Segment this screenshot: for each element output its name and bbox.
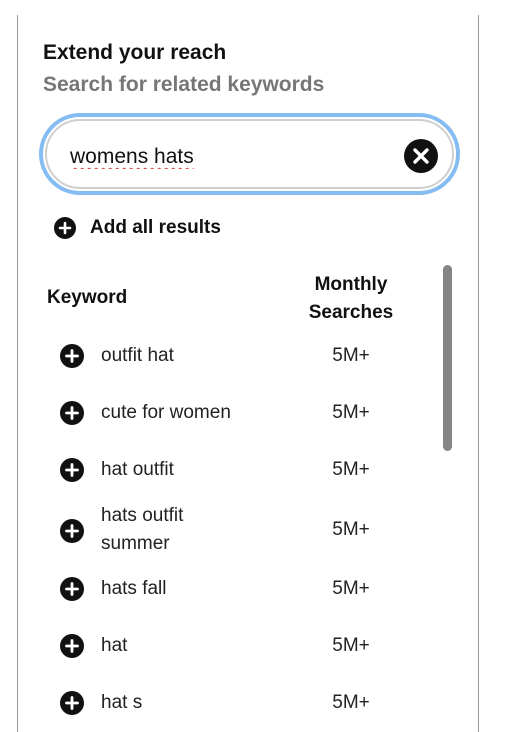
searches-value: 5M+: [332, 345, 370, 366]
keyword-text: hat s: [101, 692, 143, 713]
keyword-text: hat: [101, 635, 128, 656]
panel-title: Extend your reach: [43, 41, 227, 64]
add-all-results-button[interactable]: Add all results: [54, 215, 221, 241]
search-input[interactable]: [70, 142, 370, 172]
add-keyword-plus-icon[interactable]: [60, 458, 84, 482]
add-keyword-plus-icon[interactable]: [60, 344, 84, 368]
search-box: [39, 113, 460, 195]
add-keyword-plus-icon[interactable]: [60, 519, 84, 543]
keyword-panel: Extend your reach Search for related key…: [17, 15, 479, 732]
keyword-text: hats fall: [101, 578, 167, 599]
clear-search-button[interactable]: [404, 139, 438, 173]
keyword-text: outfit hat: [101, 345, 174, 366]
searches-value: 5M+: [332, 459, 370, 480]
searches-value: 5M+: [332, 635, 370, 656]
add-all-results-label: Add all results: [90, 217, 221, 238]
keyword-text: cute for women: [101, 402, 231, 423]
searches-value: 5M+: [332, 402, 370, 423]
keyword-text: hats outfit summer: [101, 505, 184, 554]
searches-value: 5M+: [332, 692, 370, 713]
column-header-monthly-searches: Monthly Searches: [308, 274, 394, 323]
panel-subtitle: Search for related keywords: [43, 73, 325, 96]
add-keyword-plus-icon[interactable]: [60, 691, 84, 715]
column-header-keyword: Keyword: [47, 287, 128, 308]
scrollbar-thumb[interactable]: [443, 265, 452, 451]
keyword-text: hat outfit: [101, 459, 174, 480]
close-icon: [413, 148, 429, 164]
add-keyword-plus-icon[interactable]: [60, 577, 84, 601]
add-keyword-plus-icon[interactable]: [60, 634, 84, 658]
searches-value: 5M+: [332, 519, 370, 540]
searches-value: 5M+: [332, 578, 370, 599]
plus-circle-icon: [54, 217, 76, 239]
add-keyword-plus-icon[interactable]: [60, 401, 84, 425]
